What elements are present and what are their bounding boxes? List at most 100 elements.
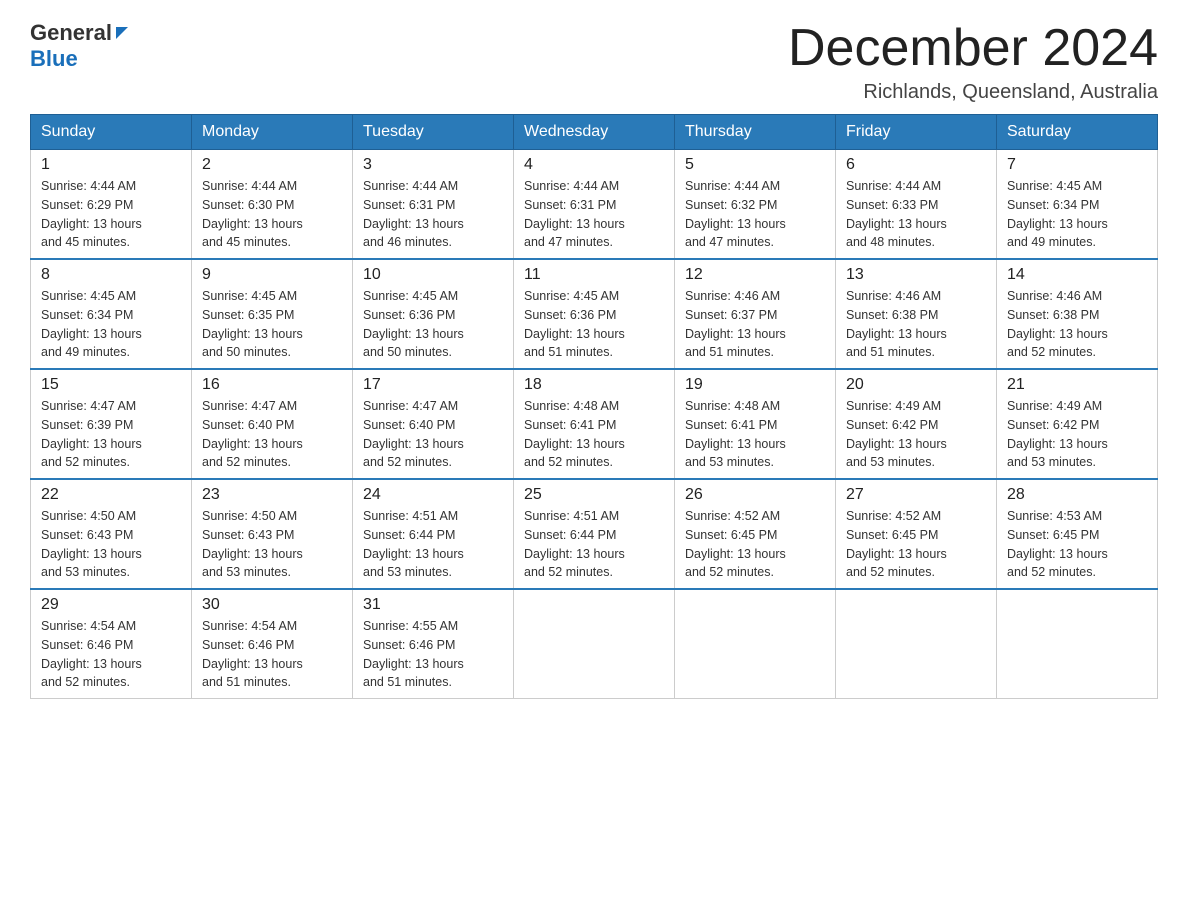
week-row-5: 29 Sunrise: 4:54 AMSunset: 6:46 PMDayligh…	[31, 589, 1158, 699]
calendar-cell: 22Sunrise: 4:50 AMSunset: 6:43 PMDayligh…	[31, 479, 192, 589]
day-number: 20	[846, 376, 986, 394]
day-number: 1	[41, 156, 181, 174]
day-number: 21	[1007, 376, 1147, 394]
calendar-cell: 24Sunrise: 4:51 AMSunset: 6:44 PMDayligh…	[353, 479, 514, 589]
day-info: Sunrise: 4:44 AMSunset: 6:33 PMDaylight:…	[846, 177, 986, 252]
calendar-cell: 29 Sunrise: 4:54 AMSunset: 6:46 PMDayligh…	[31, 589, 192, 699]
calendar-cell: 4Sunrise: 4:44 AMSunset: 6:31 PMDaylight…	[514, 150, 675, 260]
calendar-cell: 23Sunrise: 4:50 AMSunset: 6:43 PMDayligh…	[192, 479, 353, 589]
day-info: Sunrise: 4:44 AMSunset: 6:32 PMDaylight:…	[685, 177, 825, 252]
day-number: 9	[202, 266, 342, 284]
calendar-cell: 28 Sunrise: 4:53 AMSunset: 6:45 PMDayligh…	[997, 479, 1158, 589]
calendar-cell	[836, 589, 997, 699]
week-row-4: 22Sunrise: 4:50 AMSunset: 6:43 PMDayligh…	[31, 479, 1158, 589]
weekday-header-saturday: Saturday	[997, 115, 1158, 150]
day-info: Sunrise: 4:46 AMSunset: 6:38 PMDaylight:…	[846, 287, 986, 362]
day-number: 28	[1007, 486, 1147, 504]
day-info: Sunrise: 4:53 AMSunset: 6:45 PMDaylight:…	[1007, 507, 1147, 582]
day-number: 10	[363, 266, 503, 284]
logo-general: General	[30, 20, 112, 46]
day-number: 27	[846, 486, 986, 504]
calendar-cell: 3 Sunrise: 4:44 AMSunset: 6:31 PMDaylight…	[353, 150, 514, 260]
weekday-header-tuesday: Tuesday	[353, 115, 514, 150]
day-number: 2	[202, 156, 342, 174]
weekday-header-thursday: Thursday	[675, 115, 836, 150]
calendar-cell: 27 Sunrise: 4:52 AMSunset: 6:45 PMDayligh…	[836, 479, 997, 589]
calendar-cell: 6 Sunrise: 4:44 AMSunset: 6:33 PMDaylight…	[836, 150, 997, 260]
week-row-3: 15 Sunrise: 4:47 AMSunset: 6:39 PMDayligh…	[31, 369, 1158, 479]
week-row-2: 8Sunrise: 4:45 AMSunset: 6:34 PMDaylight…	[31, 259, 1158, 369]
calendar-table: SundayMondayTuesdayWednesdayThursdayFrid…	[30, 114, 1158, 699]
calendar-cell: 14Sunrise: 4:46 AMSunset: 6:38 PMDayligh…	[997, 259, 1158, 369]
day-info: Sunrise: 4:48 AMSunset: 6:41 PMDaylight:…	[524, 397, 664, 472]
day-info: Sunrise: 4:47 AMSunset: 6:40 PMDaylight:…	[363, 397, 503, 472]
day-info: Sunrise: 4:50 AMSunset: 6:43 PMDaylight:…	[41, 507, 181, 582]
calendar-cell: 1 Sunrise: 4:44 AMSunset: 6:29 PMDaylight…	[31, 150, 192, 260]
calendar-cell: 2 Sunrise: 4:44 AMSunset: 6:30 PMDaylight…	[192, 150, 353, 260]
day-info: Sunrise: 4:45 AMSunset: 6:34 PMDaylight:…	[41, 287, 181, 362]
day-number: 29	[41, 596, 181, 614]
logo-blue: Blue	[30, 46, 78, 71]
day-number: 25	[524, 486, 664, 504]
day-info: Sunrise: 4:45 AMSunset: 6:36 PMDaylight:…	[524, 287, 664, 362]
day-number: 12	[685, 266, 825, 284]
day-info: Sunrise: 4:44 AMSunset: 6:31 PMDaylight:…	[524, 177, 664, 252]
calendar-cell: 12 Sunrise: 4:46 AMSunset: 6:37 PMDayligh…	[675, 259, 836, 369]
day-number: 13	[846, 266, 986, 284]
day-info: Sunrise: 4:52 AMSunset: 6:45 PMDaylight:…	[846, 507, 986, 582]
calendar-cell: 13 Sunrise: 4:46 AMSunset: 6:38 PMDayligh…	[836, 259, 997, 369]
day-number: 26	[685, 486, 825, 504]
weekday-header-sunday: Sunday	[31, 115, 192, 150]
calendar-cell: 17 Sunrise: 4:47 AMSunset: 6:40 PMDayligh…	[353, 369, 514, 479]
page-header: General Blue December 2024 Richlands, Qu…	[30, 20, 1158, 104]
calendar-cell: 15 Sunrise: 4:47 AMSunset: 6:39 PMDayligh…	[31, 369, 192, 479]
month-title: December 2024	[788, 20, 1158, 77]
day-info: Sunrise: 4:44 AMSunset: 6:31 PMDaylight:…	[363, 177, 503, 252]
day-number: 19	[685, 376, 825, 394]
day-info: Sunrise: 4:54 AMSunset: 6:46 PMDaylight:…	[202, 617, 342, 692]
calendar-cell: 25Sunrise: 4:51 AMSunset: 6:44 PMDayligh…	[514, 479, 675, 589]
calendar-cell: 21Sunrise: 4:49 AMSunset: 6:42 PMDayligh…	[997, 369, 1158, 479]
day-number: 30	[202, 596, 342, 614]
day-info: Sunrise: 4:45 AMSunset: 6:36 PMDaylight:…	[363, 287, 503, 362]
calendar-cell: 16Sunrise: 4:47 AMSunset: 6:40 PMDayligh…	[192, 369, 353, 479]
day-info: Sunrise: 4:47 AMSunset: 6:40 PMDaylight:…	[202, 397, 342, 472]
week-row-1: 1 Sunrise: 4:44 AMSunset: 6:29 PMDaylight…	[31, 150, 1158, 260]
calendar-cell: 9 Sunrise: 4:45 AMSunset: 6:35 PMDaylight…	[192, 259, 353, 369]
day-info: Sunrise: 4:54 AMSunset: 6:46 PMDaylight:…	[41, 617, 181, 692]
logo-text: General Blue	[30, 20, 128, 72]
calendar-cell: 11 Sunrise: 4:45 AMSunset: 6:36 PMDayligh…	[514, 259, 675, 369]
day-info: Sunrise: 4:45 AMSunset: 6:35 PMDaylight:…	[202, 287, 342, 362]
day-number: 7	[1007, 156, 1147, 174]
calendar-cell: 10 Sunrise: 4:45 AMSunset: 6:36 PMDayligh…	[353, 259, 514, 369]
calendar-cell	[514, 589, 675, 699]
day-number: 15	[41, 376, 181, 394]
calendar-cell: 20 Sunrise: 4:49 AMSunset: 6:42 PMDayligh…	[836, 369, 997, 479]
calendar-cell: 5Sunrise: 4:44 AMSunset: 6:32 PMDaylight…	[675, 150, 836, 260]
day-number: 11	[524, 266, 664, 284]
calendar-cell: 19Sunrise: 4:48 AMSunset: 6:41 PMDayligh…	[675, 369, 836, 479]
calendar-cell: 8Sunrise: 4:45 AMSunset: 6:34 PMDaylight…	[31, 259, 192, 369]
day-number: 31	[363, 596, 503, 614]
day-number: 6	[846, 156, 986, 174]
location-title: Richlands, Queensland, Australia	[788, 81, 1158, 104]
day-number: 17	[363, 376, 503, 394]
weekday-header-monday: Monday	[192, 115, 353, 150]
day-number: 18	[524, 376, 664, 394]
calendar-cell: 26Sunrise: 4:52 AMSunset: 6:45 PMDayligh…	[675, 479, 836, 589]
day-number: 14	[1007, 266, 1147, 284]
day-info: Sunrise: 4:55 AMSunset: 6:46 PMDaylight:…	[363, 617, 503, 692]
day-info: Sunrise: 4:49 AMSunset: 6:42 PMDaylight:…	[846, 397, 986, 472]
calendar-cell	[997, 589, 1158, 699]
logo: General Blue	[30, 20, 128, 72]
day-info: Sunrise: 4:44 AMSunset: 6:30 PMDaylight:…	[202, 177, 342, 252]
weekday-header-wednesday: Wednesday	[514, 115, 675, 150]
title-block: December 2024 Richlands, Queensland, Aus…	[788, 20, 1158, 104]
day-info: Sunrise: 4:46 AMSunset: 6:37 PMDaylight:…	[685, 287, 825, 362]
day-info: Sunrise: 4:44 AMSunset: 6:29 PMDaylight:…	[41, 177, 181, 252]
day-number: 24	[363, 486, 503, 504]
day-info: Sunrise: 4:47 AMSunset: 6:39 PMDaylight:…	[41, 397, 181, 472]
calendar-cell: 31 Sunrise: 4:55 AMSunset: 6:46 PMDayligh…	[353, 589, 514, 699]
day-number: 3	[363, 156, 503, 174]
calendar-cell: 30 Sunrise: 4:54 AMSunset: 6:46 PMDayligh…	[192, 589, 353, 699]
